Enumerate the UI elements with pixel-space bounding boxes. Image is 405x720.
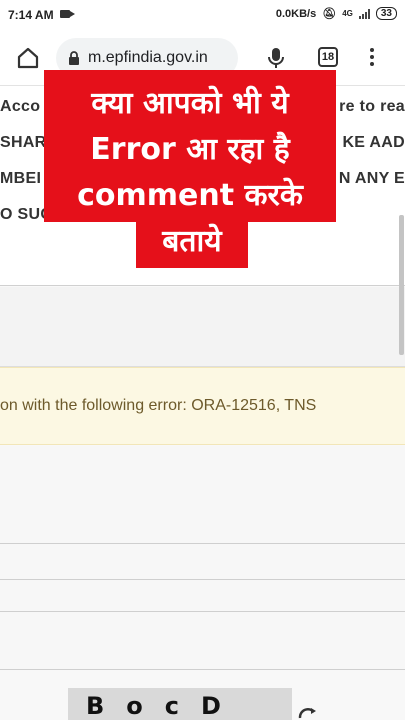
caption-line-3: comment करके	[77, 178, 303, 213]
page-line-1-left: Acco	[0, 98, 41, 115]
captcha-text: BocD	[86, 692, 243, 720]
status-time: 7:14 AM	[8, 8, 54, 22]
caption-line-2: Error आ रहा है	[90, 132, 290, 167]
net-speed: 0.0KB/s	[275, 7, 317, 20]
status-right: 0.0KB/s 🔕︎ 4G 33	[276, 7, 397, 20]
status-bar: 7:14 AM 0.0KB/s 🔕︎ 4G 33	[0, 0, 405, 30]
caption-box: क्या आपको भी ये Error आ रहा है comment क…	[44, 70, 336, 222]
mute-icon: 🔕︎	[322, 8, 337, 20]
page-line-3-left: MBEI	[0, 170, 42, 187]
more-menu-icon[interactable]	[364, 46, 380, 70]
lock-icon	[69, 51, 79, 65]
battery-icon: 33	[375, 7, 397, 20]
microphone-icon[interactable]	[262, 44, 290, 72]
home-icon[interactable]	[14, 44, 42, 72]
video-camera-icon	[60, 10, 75, 18]
network-type: 4G	[342, 9, 353, 18]
form-row	[0, 446, 405, 544]
caption-box-bottom: बताये	[136, 218, 248, 268]
tab-switcher-button[interactable]: 18	[318, 47, 338, 67]
form-rows	[0, 446, 405, 670]
error-alert: on with the following error: ORA-12516, …	[0, 367, 405, 445]
page-section	[0, 287, 405, 367]
page-line-2-left: SHAR	[0, 134, 47, 151]
page-line-2-right: KE AAD	[342, 134, 405, 151]
form-row	[0, 612, 405, 670]
url-text: m.epfindia.gov.in	[88, 49, 208, 66]
signal-icon	[358, 8, 370, 19]
caption-line-1: क्या आपको भी ये	[91, 86, 289, 121]
scrollbar[interactable]	[399, 215, 404, 355]
caption-line-4: बताये	[162, 224, 222, 259]
page-line-1-right: re to rea	[339, 98, 405, 115]
error-message: on with the following error: ORA-12516, …	[0, 397, 317, 414]
form-row	[0, 544, 405, 580]
captcha-image: BocD	[68, 688, 292, 720]
page-line-3-right: N ANY E	[338, 170, 405, 187]
refresh-icon[interactable]	[296, 704, 318, 720]
form-row	[0, 580, 405, 612]
caption-overlay: क्या आपको भी ये Error आ रहा है comment क…	[44, 70, 336, 268]
